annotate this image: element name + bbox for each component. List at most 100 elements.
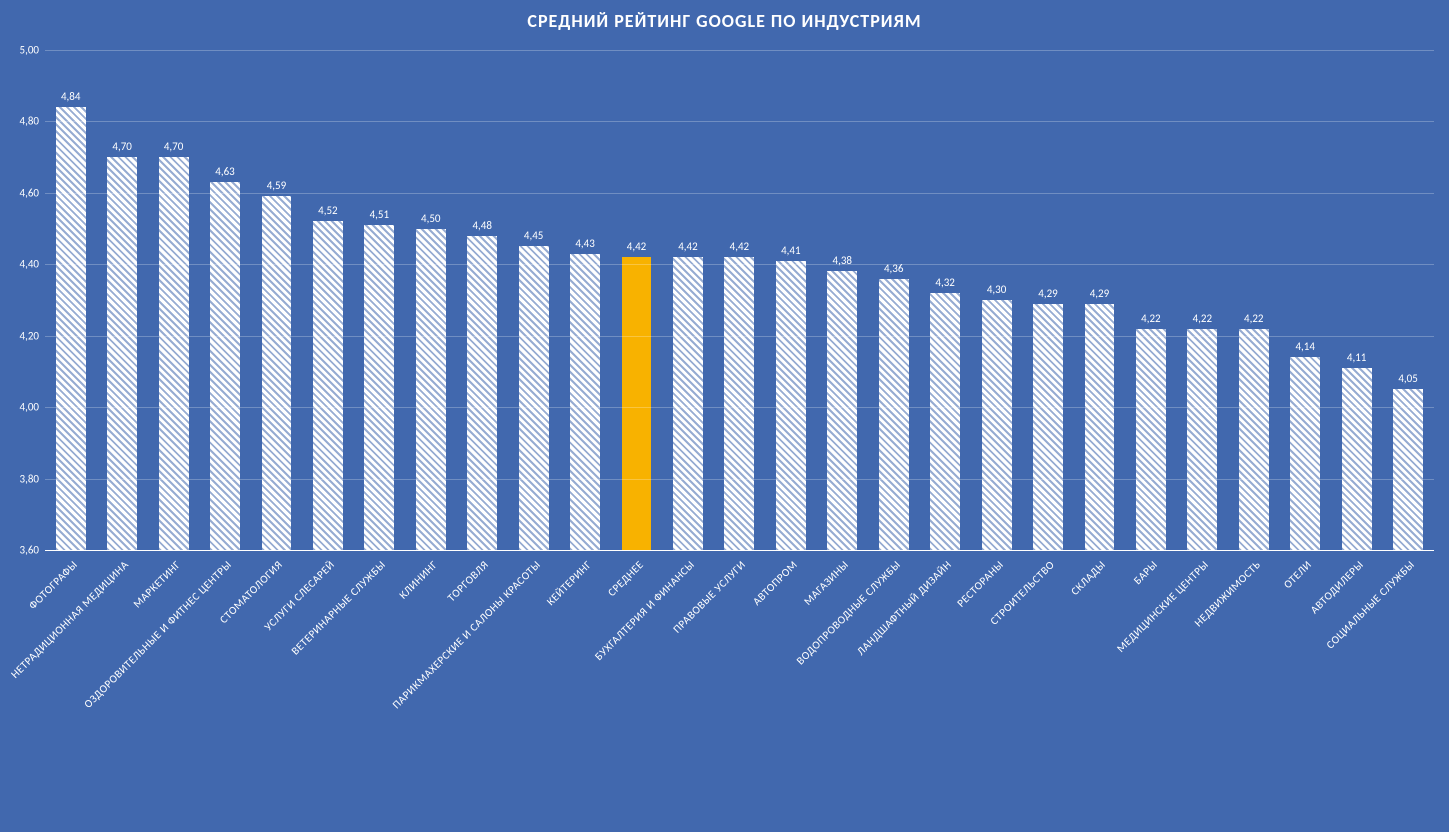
bar-value-label: 4,05 — [1398, 372, 1417, 385]
x-label-slot: СТРОИТЕЛЬСТВО — [1022, 552, 1073, 832]
y-tick-label: 4,60 — [20, 186, 39, 199]
bar: 4,36 — [879, 279, 909, 550]
x-label-slot: НЕДВИЖИМОСТЬ — [1228, 552, 1279, 832]
bar-value-label: 4,51 — [370, 208, 389, 221]
bar-slot: 4,70 — [96, 50, 147, 550]
bar-value-label: 4,59 — [267, 179, 286, 192]
bar: 4,63 — [210, 182, 240, 550]
gridline — [45, 407, 1434, 408]
bar-value-label: 4,42 — [730, 240, 749, 253]
bar-value-label: 4,52 — [318, 204, 337, 217]
bar: 4,14 — [1290, 357, 1320, 550]
bar: 4,38 — [827, 271, 857, 550]
bar-value-label: 4,30 — [987, 283, 1006, 296]
bar-value-label: 4,11 — [1347, 351, 1366, 364]
bar-slot: 4,59 — [251, 50, 302, 550]
bar-slot: 4,50 — [405, 50, 456, 550]
x-label-slot: СКЛАДЫ — [1074, 552, 1125, 832]
x-tick-label: СКЛАДЫ — [1069, 558, 1109, 598]
bar: 4,22 — [1136, 329, 1166, 550]
bar-slot: 4,32 — [919, 50, 970, 550]
x-tick-label: ОТЕЛИ — [1281, 558, 1314, 591]
bar: 4,22 — [1239, 329, 1269, 550]
bar: 4,32 — [930, 293, 960, 550]
x-label-slot: СОЦИАЛЬНЫЕ СЛУЖБЫ — [1382, 552, 1433, 832]
y-tick-label: 5,00 — [20, 44, 39, 57]
bar: 4,22 — [1187, 329, 1217, 550]
bar: 4,84 — [56, 107, 86, 550]
x-tick-label: СРЕДНЕЕ — [605, 558, 646, 599]
y-tick-label: 4,80 — [20, 115, 39, 128]
bar: 4,29 — [1033, 304, 1063, 550]
bar-value-label: 4,29 — [1090, 287, 1109, 300]
bar-slot: 4,42 — [611, 50, 662, 550]
y-tick-label: 4,00 — [20, 401, 39, 414]
bar: 4,29 — [1085, 304, 1115, 550]
bar-value-label: 4,50 — [421, 212, 440, 225]
bar: 4,48 — [467, 236, 497, 550]
plot-area: 4,84 4,70 4,70 4,63 4,59 4,52 4,51 4,50 4,48 4,45… — [45, 50, 1434, 550]
bar-value-label: 4,63 — [215, 165, 234, 178]
bar-slot: 4,05 — [1382, 50, 1433, 550]
bar-value-label: 4,42 — [678, 240, 697, 253]
bar-slot: 4,22 — [1125, 50, 1176, 550]
bar: 4,41 — [776, 261, 806, 550]
bar-value-label: 4,22 — [1244, 312, 1263, 325]
bar-value-label: 4,70 — [164, 140, 183, 153]
bar-value-label: 4,22 — [1193, 312, 1212, 325]
bar-slot: 4,41 — [765, 50, 816, 550]
bar-slot: 4,42 — [662, 50, 713, 550]
bar-value-label: 4,29 — [1038, 287, 1057, 300]
bar-value-label: 4,32 — [935, 276, 954, 289]
bar: 4,70 — [107, 157, 137, 550]
bar: 4,59 — [262, 196, 292, 550]
x-tick-label: ФОТОГРАФЫ — [26, 558, 80, 612]
bar: 4,50 — [416, 229, 446, 550]
bar-highlight: 4,42 — [622, 257, 652, 550]
bar: 4,70 — [159, 157, 189, 550]
gridline — [45, 121, 1434, 122]
bar-value-label: 4,45 — [524, 229, 543, 242]
bar: 4,43 — [570, 254, 600, 550]
bar-value-label: 4,43 — [575, 237, 594, 250]
bar-slot: 4,29 — [1022, 50, 1073, 550]
bar-value-label: 4,22 — [1141, 312, 1160, 325]
gridline — [45, 479, 1434, 480]
bar-value-label: 4,48 — [472, 219, 491, 232]
bar-value-label: 4,38 — [833, 254, 852, 267]
gridline — [45, 50, 1434, 51]
x-axis-line — [45, 550, 1434, 551]
y-tick-label: 3,60 — [20, 544, 39, 557]
y-tick-label: 3,80 — [20, 472, 39, 485]
x-label-slot: КЕЙТЕРИНГ — [559, 552, 610, 832]
gridline — [45, 336, 1434, 337]
bar-value-label: 4,84 — [61, 90, 80, 103]
x-tick-label: БАРЫ — [1131, 558, 1160, 587]
bar: 4,11 — [1342, 368, 1372, 550]
gridline — [45, 264, 1434, 265]
bar-slot: 4,14 — [1280, 50, 1331, 550]
bar-slot: 4,30 — [971, 50, 1022, 550]
bar-slot: 4,11 — [1331, 50, 1382, 550]
bar-slot: 4,84 — [45, 50, 96, 550]
bar-slot: 4,52 — [302, 50, 353, 550]
bar-slot: 4,22 — [1228, 50, 1279, 550]
x-axis-labels: ФОТОГРАФЫНЕТРАДИЦИОННАЯ МЕДИЦИНАМАРКЕТИН… — [45, 552, 1434, 832]
chart-title: СРЕДНИЙ РЕЙТИНГ GOOGLE ПО ИНДУСТРИЯМ — [0, 10, 1449, 32]
bar: 4,51 — [364, 225, 394, 550]
bar: 4,42 — [724, 257, 754, 550]
y-tick-label: 4,20 — [20, 329, 39, 342]
bar-value-label: 4,14 — [1295, 340, 1314, 353]
bar-slot: 4,63 — [199, 50, 250, 550]
bar: 4,42 — [673, 257, 703, 550]
chart-container: СРЕДНИЙ РЕЙТИНГ GOOGLE ПО ИНДУСТРИЯМ 4,8… — [0, 0, 1449, 832]
bar-slot: 4,38 — [817, 50, 868, 550]
bar-slot: 4,45 — [508, 50, 559, 550]
bar-slot: 4,22 — [1177, 50, 1228, 550]
bars-row: 4,84 4,70 4,70 4,63 4,59 4,52 4,51 4,50 4,48 4,45… — [45, 50, 1434, 550]
gridline — [45, 193, 1434, 194]
bar: 4,52 — [313, 221, 343, 550]
bar: 4,30 — [982, 300, 1012, 550]
bar-value-label: 4,70 — [112, 140, 131, 153]
bar-slot: 4,48 — [457, 50, 508, 550]
